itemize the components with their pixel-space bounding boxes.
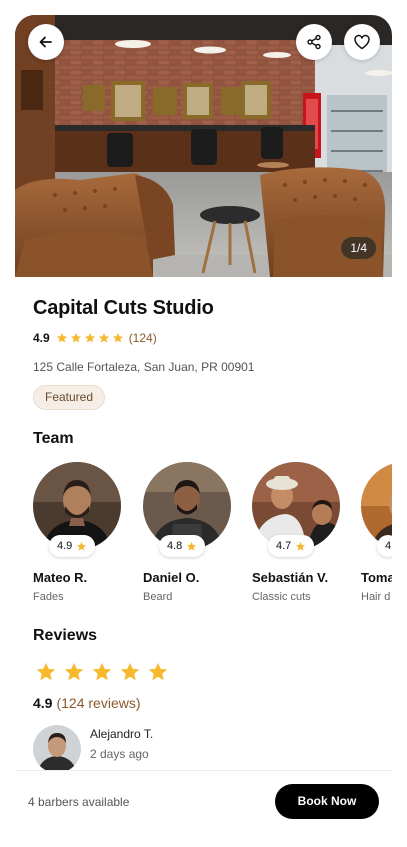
book-now-button[interactable]: Book Now [275, 784, 379, 819]
star-icon [187, 541, 197, 551]
barber-rating-pill: 4.8 [159, 535, 206, 557]
team-carousel[interactable]: 4.9 Mateo R. Fades 4.8 Daniel O. Beard 4… [33, 462, 392, 612]
star-icon [36, 662, 56, 681]
barber-rating: 4 [385, 540, 392, 552]
reviews-stars [35, 661, 169, 683]
review-count-link[interactable]: (124) [129, 331, 157, 345]
barber-rating: 4.7 [276, 540, 292, 552]
barber-specialty: Hair d [361, 591, 391, 603]
star-icon [148, 662, 168, 681]
featured-badge: Featured [33, 385, 106, 410]
barber-specialty: Fades [33, 591, 64, 603]
booking-footer: 4 barbers available Book Now [15, 770, 392, 835]
availability-text: 4 barbers available [28, 795, 130, 809]
team-member-card[interactable]: 4 Tomas Hair d [361, 462, 392, 603]
star-icon [296, 541, 306, 551]
barber-rating: 4.8 [167, 540, 183, 552]
barber-name: Daniel O. [143, 570, 200, 585]
barber-rating: 4.9 [57, 540, 73, 552]
team-member-card[interactable]: 4.7 Sebastián V. Classic cuts [252, 462, 352, 603]
star-icon [98, 333, 109, 343]
share-button[interactable] [296, 24, 332, 60]
barber-specialty: Beard [143, 591, 173, 603]
heart-icon [354, 34, 370, 50]
barber-rating-pill: 4.7 [268, 535, 315, 557]
share-icon [307, 34, 321, 50]
star-icon [92, 662, 112, 681]
barber-rating-pill: 4 [377, 535, 392, 557]
review-count-link[interactable]: (124 reviews) [56, 695, 140, 711]
star-icon [64, 662, 84, 681]
star-icon [56, 333, 67, 343]
shop-rating: 4.9 (124) [33, 331, 157, 345]
arrow-left-icon [39, 36, 52, 48]
reviewer-name: Alejandro T. [90, 727, 154, 741]
star-icon [70, 333, 81, 343]
back-button[interactable] [28, 24, 64, 60]
review-time: 2 days ago [90, 747, 149, 761]
barber-name: Tomas [361, 570, 392, 585]
star-icon [120, 662, 140, 681]
rating-stars [56, 332, 124, 344]
team-member-card[interactable]: 4.8 Daniel O. Beard [143, 462, 243, 603]
rating-value: 4.9 [33, 331, 50, 345]
star-icon [84, 333, 95, 343]
barber-name: Sebastián V. [252, 570, 329, 585]
star-icon [77, 541, 87, 551]
favorite-button[interactable] [344, 24, 380, 60]
review-summary: 4.9 (124 reviews) [33, 695, 141, 711]
barber-rating-pill: 4.9 [49, 535, 96, 557]
hero-gallery[interactable]: 1/4 [15, 15, 392, 277]
team-section-title: Team [33, 430, 74, 447]
team-member-card[interactable]: 4.9 Mateo R. Fades [33, 462, 133, 603]
barber-name: Mateo R. [33, 570, 88, 585]
star-icon [112, 333, 123, 343]
avatar [33, 725, 81, 773]
shop-address: 125 Calle Fortaleza, San Juan, PR 00901 [33, 360, 255, 374]
shop-detail-screen: 1/4 Capital Cuts Studio 4.9 (124) 125 Ca… [15, 15, 392, 835]
review-score: 4.9 [33, 695, 53, 711]
shop-name: Capital Cuts Studio [33, 297, 214, 319]
reviews-section-title: Reviews [33, 627, 98, 644]
barber-specialty: Classic cuts [252, 591, 311, 603]
image-counter: 1/4 [341, 237, 376, 259]
barbershop-photo [15, 15, 392, 277]
